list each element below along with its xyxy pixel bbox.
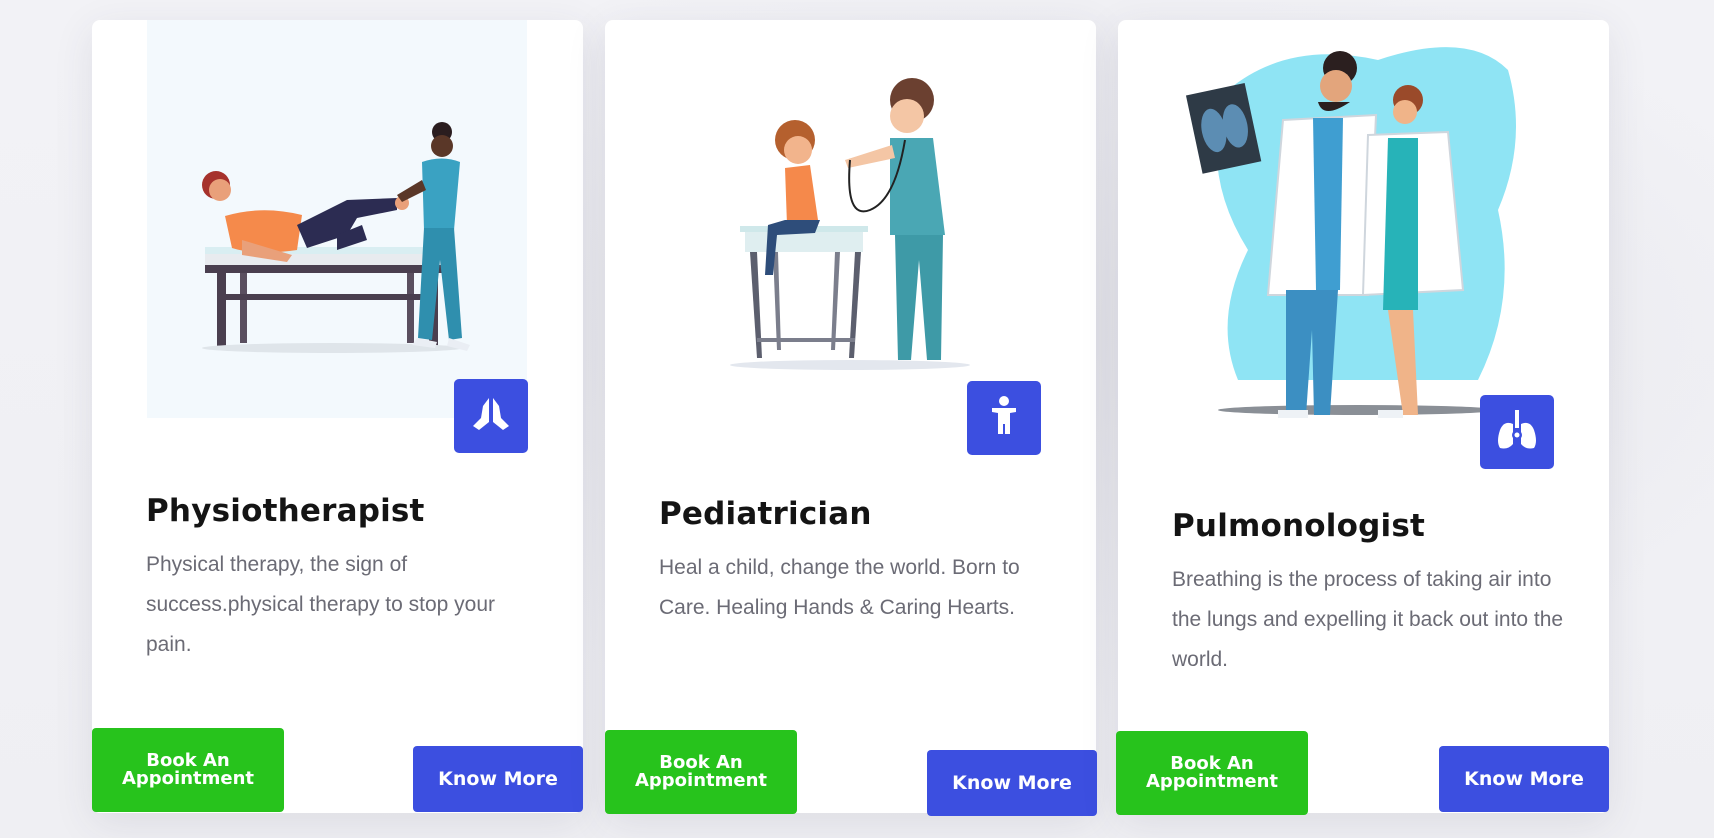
know-more-button[interactable]: Know More <box>927 750 1097 816</box>
book-appointment-button[interactable]: Book An Appointment <box>1116 731 1308 815</box>
pediatrics-illustration <box>605 20 1096 420</box>
child-badge <box>967 381 1041 455</box>
book-appointment-button[interactable]: Book An Appointment <box>605 730 797 814</box>
lungs-badge <box>1480 395 1554 469</box>
card-description: Breathing is the process of taking air i… <box>1172 568 1564 671</box>
lungs-icon <box>1494 408 1540 456</box>
service-card-pediatrician: Pediatrician Heal a child, change the wo… <box>605 20 1097 816</box>
service-card-physiotherapist: Physiotherapist Physical therapy, the si… <box>92 20 583 813</box>
praying-hands-badge <box>454 379 528 453</box>
service-card-pulmonologist: Pulmonologist Breathing is the process o… <box>1116 20 1609 815</box>
card-description: Heal a child, change the world. Born to … <box>659 556 1020 619</box>
card-title: Pulmonologist <box>1172 508 1425 544</box>
pulmonology-illustration <box>1118 20 1609 420</box>
book-appointment-button[interactable]: Book An Appointment <box>92 728 284 812</box>
know-more-button[interactable]: Know More <box>1439 746 1609 812</box>
physiotherapy-illustration <box>92 20 583 420</box>
praying-hands-icon <box>469 392 513 440</box>
card-title: Pediatrician <box>659 496 872 532</box>
know-more-button[interactable]: Know More <box>413 746 583 812</box>
card-title: Physiotherapist <box>146 493 425 529</box>
card-description: Physical therapy, the sign of success.ph… <box>146 553 496 656</box>
child-icon <box>984 394 1024 442</box>
